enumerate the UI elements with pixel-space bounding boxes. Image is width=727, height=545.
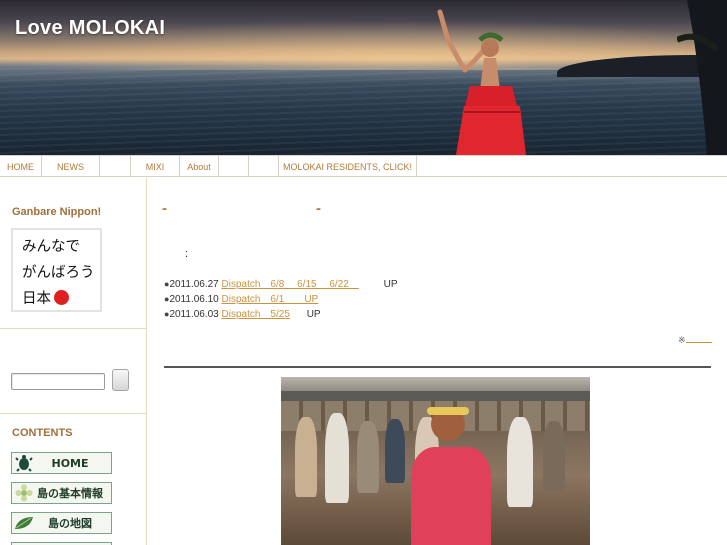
nippon-line-2: がんばろう [22, 265, 95, 281]
main-content: - - : ●2011.06.27 Dispatch 6/8 6/15 6/22… [148, 178, 727, 545]
news-date: 2011.06.10 [169, 294, 219, 305]
nav-news[interactable]: NEWS [42, 156, 100, 177]
search-button[interactable] [112, 369, 129, 391]
menu-island-map-button[interactable]: 島の地図 [11, 512, 112, 534]
news-item: ●2011.06.03 Dispatch 5/25 UP [164, 307, 398, 322]
ocean [0, 68, 727, 155]
photo-roof [281, 377, 590, 391]
nav-molokai-residents[interactable]: MOLOKAI RESIDENTS, CLICK! [279, 156, 417, 177]
sidebar-divider [0, 328, 147, 329]
dancer-figure [295, 417, 317, 497]
footnote: ※ [678, 335, 712, 346]
news-suffix: UP [306, 309, 321, 320]
nav-item-7[interactable] [249, 156, 279, 177]
intro-text: : [185, 248, 189, 260]
hula-dancer-image [437, 9, 526, 155]
nav-item-6[interactable] [219, 156, 249, 177]
dancer-figure [385, 419, 405, 483]
menu-home-label: HOME [51, 456, 89, 470]
nippon-line-1: みんなで [22, 239, 80, 255]
menu-island-map-label: 島の地図 [48, 517, 92, 530]
news-item: ●2011.06.27 Dispatch 6/8 6/15 6/22 UP [164, 277, 398, 292]
news-suffix: UP [383, 279, 398, 290]
menu-island-info-label: 島の基本情報 [37, 487, 103, 500]
search-input[interactable] [11, 373, 105, 390]
nippon-line-3: 日本 [22, 286, 100, 312]
page-title-dash-right: - [316, 200, 321, 217]
dancer-figure [543, 421, 565, 491]
sidebar-divider [0, 413, 147, 414]
news-item: ●2011.06.10 Dispatch 6/1 UP [164, 292, 398, 307]
dancer-figure [325, 413, 349, 503]
site-title[interactable]: Love MOLOKAI [15, 17, 165, 40]
menu-island-info-button[interactable]: 島の基本情報 [11, 482, 112, 504]
lead-dancer-shirt [411, 447, 491, 545]
contents-heading: CONTENTS [12, 427, 73, 439]
ganbare-nippon-banner[interactable]: みんなで がんばろう 日本 [11, 228, 102, 312]
nippon-text: 日本 [22, 291, 51, 307]
section-divider [164, 366, 711, 368]
flower-icon [13, 483, 35, 503]
news-date: 2011.06.27 [169, 279, 219, 290]
lead-dancer-lei [427, 407, 469, 415]
dancer-figure [507, 417, 533, 507]
note-mark: ※ [678, 335, 686, 345]
news-link[interactable]: Dispatch 6/8 6/15 6/22 [222, 279, 359, 290]
nav-home[interactable]: HOME [0, 156, 42, 177]
hula-group-photo [281, 377, 590, 545]
palm-tree-image [677, 0, 727, 155]
news-link[interactable]: Dispatch 5/25 [222, 309, 290, 320]
nav-item-3[interactable] [100, 156, 131, 177]
japan-flag-icon [54, 290, 69, 305]
dancer-figure [357, 421, 379, 493]
note-link[interactable] [685, 342, 712, 343]
page-title-dash-left: - [162, 200, 167, 217]
news-list: ●2011.06.27 Dispatch 6/8 6/15 6/22 UP ●2… [164, 277, 398, 322]
nav-mixi[interactable]: MIXI [131, 156, 180, 177]
top-nav: HOME NEWS MIXI About MOLOKAI RESIDENTS, … [0, 155, 727, 177]
leaf-icon [13, 513, 35, 533]
menu-home-button[interactable]: HOME [11, 452, 112, 474]
news-date: 2011.06.03 [169, 309, 219, 320]
sidebar: Ganbare Nippon! みんなで がんばろう 日本 CONTENTS H… [0, 178, 147, 545]
ganbare-heading: Ganbare Nippon! [12, 206, 102, 218]
turtle-icon [13, 453, 35, 473]
news-link[interactable]: Dispatch 6/1 UP [222, 294, 319, 305]
header-banner: Love MOLOKAI [0, 0, 727, 155]
nav-about[interactable]: About [180, 156, 219, 177]
